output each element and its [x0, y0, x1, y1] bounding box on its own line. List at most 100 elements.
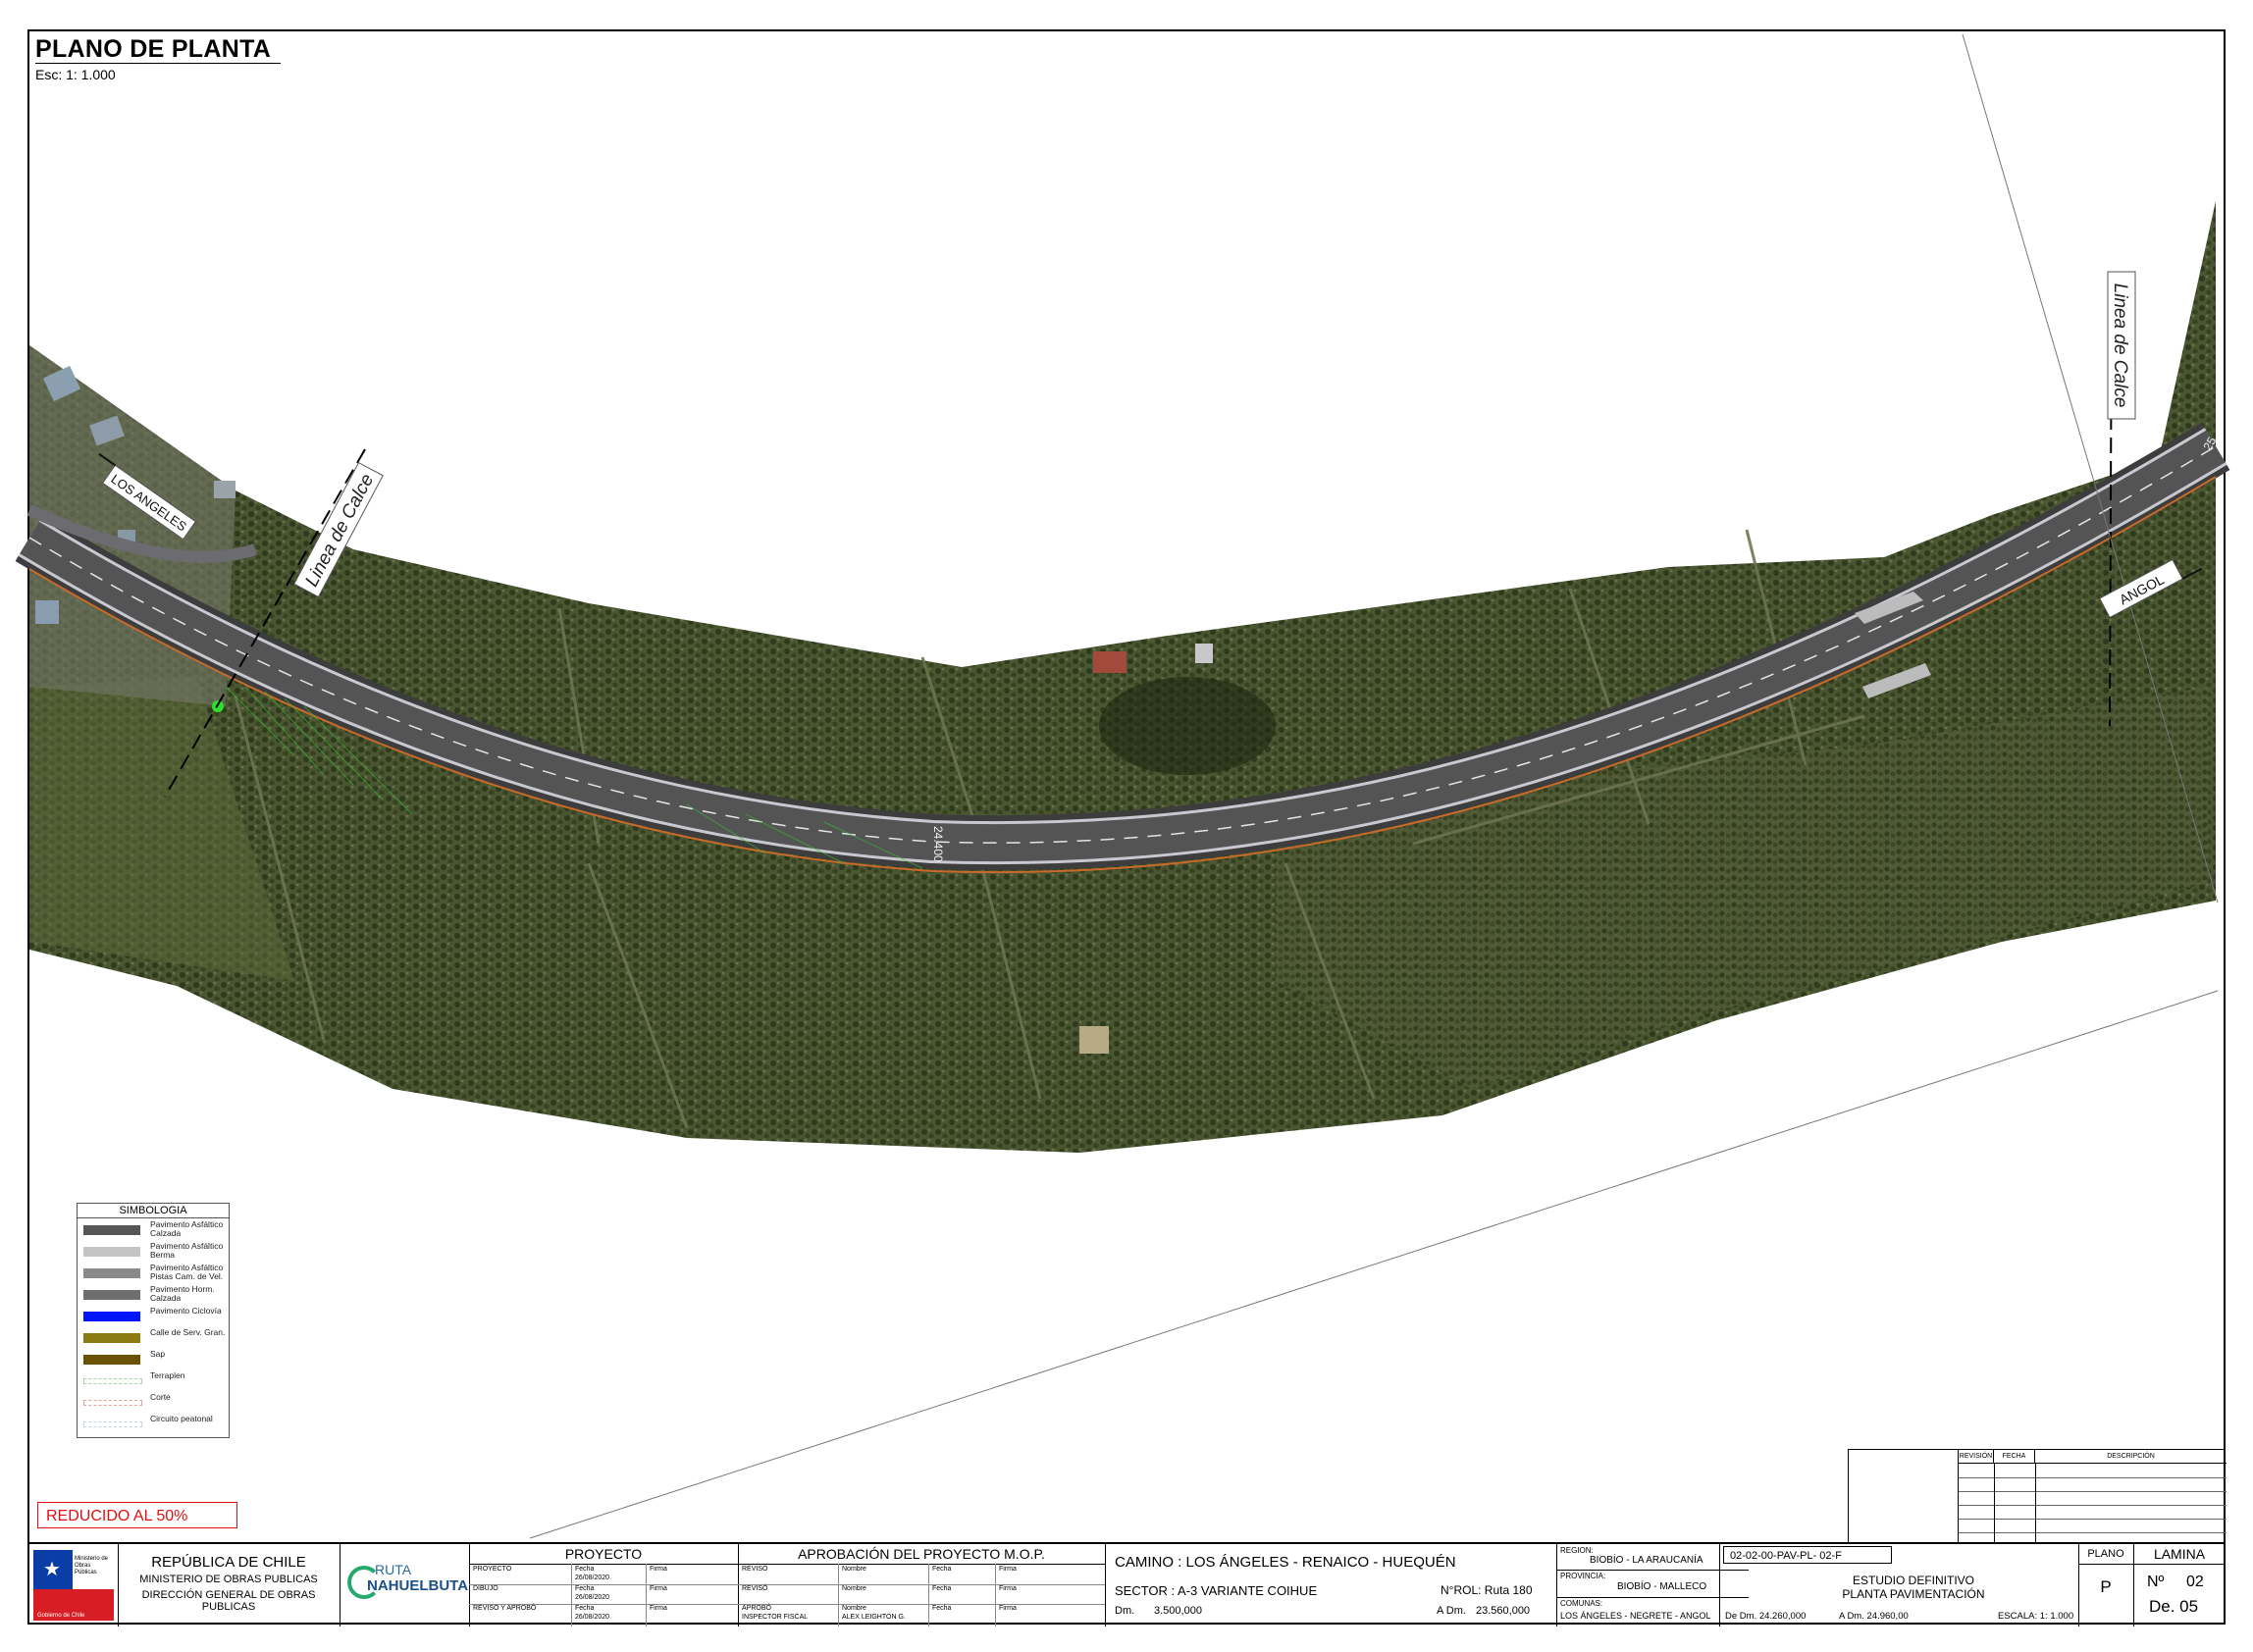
- adm-label: A Dm.: [1437, 1605, 1466, 1617]
- legend-label: Calle de Serv. Gran.: [150, 1327, 226, 1337]
- scale-note: Esc: 1: 1.000: [35, 67, 116, 82]
- legend-label: Sap: [150, 1349, 166, 1359]
- revision-col-divider: [1994, 1464, 1995, 1543]
- tb-divider: [1105, 1544, 1106, 1626]
- proyecto-role: PROYECTÓ: [473, 1566, 512, 1573]
- revision-row-line: [1959, 1519, 2227, 1520]
- page-title: PLANO DE PLANTA: [35, 35, 272, 63]
- proyecto-firma: Firma: [650, 1605, 667, 1612]
- tb-row-line: [738, 1584, 1105, 1585]
- de-dm: De Dm. 24.260,000: [1725, 1611, 1807, 1622]
- legend-label: Corte: [150, 1392, 171, 1402]
- legend-label: Pavimento Asfáltico Berma: [150, 1241, 224, 1260]
- ruta-nahuelbuta-logo: RUTA NAHUELBUTA: [343, 1556, 469, 1615]
- station-label: 24.400: [931, 826, 945, 862]
- logo-text-bottom: NAHUELBUTA: [367, 1577, 469, 1594]
- star-icon: ★: [43, 1559, 61, 1580]
- region-label: REGION:: [1560, 1546, 1594, 1555]
- aprobacion-role: APROBÓ: [742, 1605, 771, 1612]
- revision-col-header: REVISIÓN: [1959, 1450, 1994, 1464]
- tb-hline: [2133, 1564, 2226, 1565]
- aprobacion-nombre-label: Nombre: [842, 1566, 866, 1573]
- descripcion-col-header: DESCRIPCIÓN: [2035, 1450, 2227, 1464]
- legend-item: Pavimento Horm. Calzada: [78, 1283, 229, 1305]
- tb-hline: [738, 1564, 1105, 1565]
- legend-item: Sap: [78, 1348, 229, 1369]
- seal-top-text: Ministerio de Obras Públicas: [75, 1556, 109, 1575]
- tb-divider: [340, 1544, 341, 1626]
- tb-row-line: [738, 1604, 1105, 1605]
- legend-swatch: [83, 1312, 140, 1321]
- legend-label: Pavimento Ciclovía: [150, 1306, 222, 1316]
- revision-row-line: [1959, 1491, 2227, 1492]
- region-value: BIOBÍO - LA ARAUCANÍA: [1590, 1555, 1703, 1566]
- provincia-label: PROVINCIA:: [1560, 1572, 1606, 1580]
- legend-swatch: [83, 1333, 140, 1343]
- proyecto-role: DIBUJO: [473, 1585, 498, 1592]
- aprobacion-role: REVISÓ: [742, 1585, 768, 1592]
- proyecto-fecha: 26/08/2020: [575, 1614, 610, 1621]
- building: [1195, 644, 1213, 663]
- camino-text: CAMINO : LOS ÁNGELES - RENAICO - HUEQUÉN: [1115, 1554, 1456, 1571]
- building: [1093, 651, 1126, 673]
- aprobacion-nombre-label: Nombre: [842, 1585, 866, 1592]
- tb-col-line: [928, 1564, 929, 1626]
- seal-bottom-text: Gobierno de Chile: [37, 1613, 85, 1619]
- lamina-no-label: Nº: [2147, 1574, 2165, 1590]
- proyecto-role: REVISO Y APROBÓ: [473, 1605, 537, 1612]
- tb-hline: [469, 1564, 738, 1565]
- proyecto-header: PROYECTO: [564, 1546, 643, 1562]
- legend-header: SIMBOLOGIA: [78, 1204, 229, 1218]
- aprobacion-role: REVISÓ: [742, 1566, 768, 1573]
- seal-blue: ★: [33, 1550, 73, 1589]
- proyecto-fecha: 26/08/2020: [575, 1575, 610, 1581]
- plano-label: PLANO: [2087, 1548, 2124, 1560]
- tb-col-line: [646, 1564, 647, 1626]
- legend-swatch: [83, 1247, 140, 1257]
- tb-divider: [1556, 1544, 1557, 1626]
- org-line-3: DIRECCIÓN GENERAL DE OBRAS PUBLICAS: [141, 1589, 316, 1613]
- tree-shadow: [1099, 677, 1276, 775]
- legend: SIMBOLOGIA Pavimento Asfáltico Calzada Pa…: [77, 1203, 230, 1438]
- aprobacion-firma-label: Firma: [999, 1566, 1017, 1573]
- legend-item: Pavimento Asfáltico Berma: [78, 1240, 229, 1262]
- aprobacion-fecha-label: Fecha: [932, 1585, 952, 1592]
- legend-swatch: [83, 1421, 142, 1427]
- comunas-value: LOS ÁNGELES - NEGRETE - ANGOL: [1560, 1611, 1711, 1621]
- reduced-note: REDUCIDO AL 50%: [37, 1502, 237, 1528]
- title-block: ★ Ministerio de Obras Públicas Gobierno …: [27, 1542, 2226, 1626]
- legend-item: Corte: [78, 1391, 229, 1413]
- proyecto-firma: Firma: [650, 1585, 667, 1592]
- dm-label: Dm.: [1115, 1605, 1135, 1617]
- adm-value: 23.560,000: [1476, 1605, 1531, 1617]
- legend-swatch: [83, 1268, 140, 1278]
- plano-value: P: [2100, 1577, 2112, 1596]
- seal-red: Gobierno de Chile: [33, 1589, 114, 1621]
- desc-line-2: PLANTA PAVIMENTACIÓN: [1842, 1587, 1985, 1601]
- org-line-2: MINISTERIO DE OBRAS PUBLICAS: [139, 1574, 318, 1585]
- legend-swatch: [83, 1355, 140, 1365]
- tb-row-line: [469, 1584, 738, 1585]
- proyecto-fecha-label: Fecha: [575, 1605, 595, 1612]
- tb-col-line: [838, 1564, 839, 1626]
- tb-hline: [2078, 1564, 2133, 1565]
- legend-label: Terraplen: [150, 1370, 185, 1380]
- building: [1079, 1026, 1109, 1054]
- aprobacion-firma-label: Firma: [999, 1605, 1017, 1612]
- building: [35, 600, 59, 624]
- legend-swatch: [83, 1378, 142, 1384]
- legend-item: Circuito peatonal: [78, 1413, 229, 1434]
- aprobacion-fecha-label: Fecha: [932, 1566, 952, 1573]
- proyecto-firma: Firma: [650, 1566, 667, 1573]
- calce-right-text: Linea de Calce: [2110, 284, 2130, 408]
- legend-item: Pavimento Asfáltico Calzada: [78, 1218, 229, 1240]
- revision-row-line: [1959, 1477, 2227, 1478]
- legend-label: Circuito peatonal: [150, 1414, 213, 1423]
- lamina-de: De. 05: [2149, 1597, 2199, 1616]
- revision-row-line: [1959, 1532, 2227, 1533]
- logo-text-top: RUTA: [375, 1562, 412, 1577]
- comunas-label: COMUNAS:: [1560, 1599, 1603, 1608]
- legend-swatch: [83, 1290, 140, 1300]
- building: [214, 481, 236, 498]
- aprobacion-firma-label: Firma: [999, 1585, 1017, 1592]
